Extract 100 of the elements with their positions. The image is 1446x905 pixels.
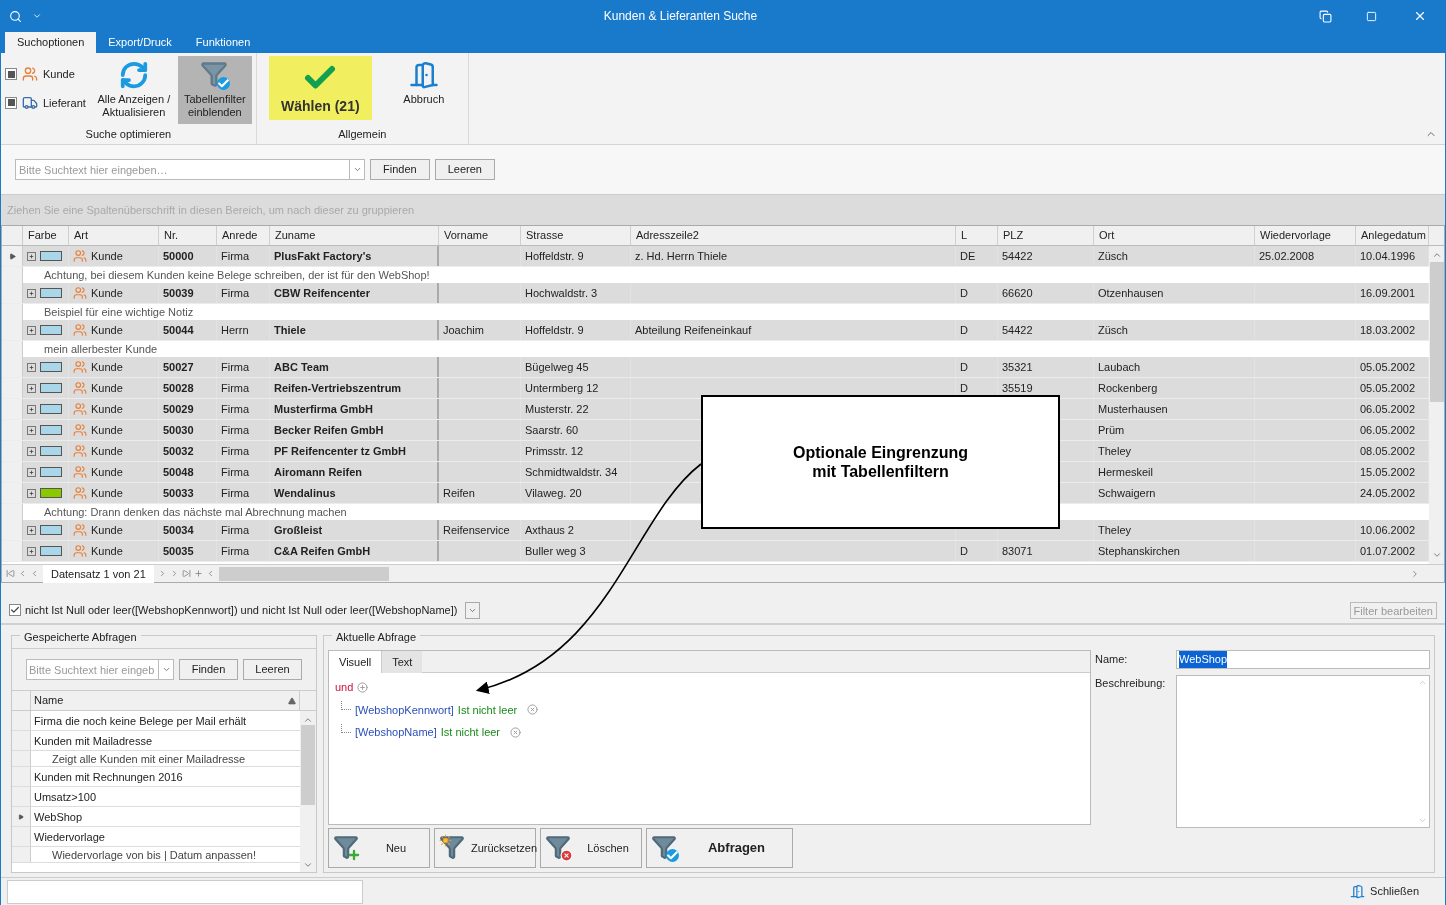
horizontal-scrollbar[interactable] [218, 566, 389, 581]
checkbox[interactable] [5, 96, 17, 109]
scrollbar-thumb[interactable] [301, 725, 315, 805]
search-field[interactable]: Bitte Suchtext hier eingeben… [15, 159, 350, 180]
people-icon [73, 249, 87, 263]
expand-icon[interactable] [27, 288, 36, 298]
query-name[interactable]: Kunden mit Rechnungen 2016 [31, 767, 186, 786]
group-operator[interactable]: und [335, 679, 354, 696]
remove-icon[interactable] [527, 704, 539, 716]
expand-icon[interactable] [27, 425, 36, 435]
condition-field[interactable]: [WebshopName] [355, 724, 437, 741]
close-button[interactable]: Schließen [1350, 883, 1419, 900]
column-header[interactable]: Wiedervorlage [1260, 227, 1331, 244]
sort-icon[interactable] [288, 696, 296, 705]
column-header[interactable]: Ort [1099, 227, 1115, 244]
editor-tab[interactable]: Visuell [329, 651, 383, 673]
ribbon-tab[interactable]: Export/Druck [96, 32, 184, 53]
table-cell-text: Stephanskirchen [1098, 543, 1180, 559]
table-cell-text: C&A Reifen GmbH [274, 543, 371, 559]
search-button[interactable]: Leeren [434, 159, 495, 180]
table-cell-text: Firma [221, 485, 250, 501]
scroll-up-icon[interactable] [1432, 250, 1442, 260]
query-name[interactable]: Umsatz>100 [31, 787, 100, 806]
query-button[interactable]: Neu [328, 828, 430, 868]
filter-expression[interactable]: nicht Ist Null oder leer([WebshopKennwort]) und nicht Ist Null oder leer([WebshopName]) [25, 601, 458, 619]
maximize-icon[interactable] [1366, 10, 1377, 22]
expand-icon[interactable] [27, 383, 36, 393]
condition-operator[interactable]: Ist nicht leer [457, 701, 518, 718]
expand-icon[interactable] [27, 446, 36, 456]
ribbon-button[interactable]: Wählen (21) [268, 56, 372, 120]
ribbon-tab[interactable]: Suchoptionen [5, 32, 97, 53]
column-header[interactable]: Art [74, 227, 89, 244]
column-header[interactable]: L [961, 227, 968, 244]
dropdown-button[interactable] [159, 659, 174, 680]
column-header[interactable]: Anrede [222, 227, 258, 244]
ribbon-tab[interactable]: Funktionen [183, 32, 263, 53]
row-header[interactable] [2, 246, 23, 266]
query-button[interactable]: Abfragen [646, 828, 793, 868]
search-button[interactable]: Finden [179, 659, 238, 680]
expand-icon[interactable] [27, 251, 36, 261]
restore-icon[interactable] [1319, 9, 1332, 23]
expand-icon[interactable] [27, 525, 36, 535]
column-header[interactable]: Farbe [28, 227, 57, 244]
column-header[interactable]: Name [34, 692, 64, 709]
scroll-up-icon[interactable] [1417, 678, 1427, 687]
expand-icon[interactable] [27, 325, 36, 335]
query-button[interactable]: Zurücksetzen [434, 828, 536, 868]
search-icon[interactable] [9, 9, 22, 23]
dropdown-icon[interactable] [32, 11, 42, 21]
ribbon-button[interactable]: Tabellenfilter einblenden [177, 56, 252, 124]
description-field[interactable] [1176, 675, 1430, 828]
tree-connector [341, 701, 351, 711]
table-cell-text: 83071 [1002, 543, 1033, 559]
query-name[interactable]: Kunden mit Mailadresse [31, 731, 155, 750]
table-cell-text: Theley [1098, 443, 1132, 459]
editor-tab[interactable]: Text [382, 651, 423, 673]
column-header[interactable]: Vorname [444, 227, 489, 244]
column-header[interactable]: Anlegedatum [1361, 227, 1426, 244]
row-header[interactable] [12, 807, 31, 826]
column-header[interactable]: Nr. [164, 227, 179, 244]
close-icon[interactable] [1413, 9, 1427, 23]
ribbon-button[interactable]: Alle Anzeigen / Aktualisieren [93, 56, 174, 124]
column-header[interactable]: PLZ [1003, 227, 1024, 244]
table-cell-text: Abteilung Reifeneinkauf [635, 322, 752, 338]
query-button[interactable]: Löschen [540, 828, 642, 868]
name-field[interactable]: WebShop [1176, 650, 1430, 669]
expand-icon[interactable] [27, 488, 36, 498]
scroll-down-icon[interactable] [1432, 550, 1442, 560]
column-header[interactable]: Strasse [526, 227, 564, 244]
expand-icon[interactable] [27, 546, 36, 556]
add-icon[interactable] [357, 681, 369, 693]
query-name[interactable]: Wiedervorlage [31, 827, 108, 846]
dropdown-button[interactable] [350, 159, 365, 180]
condition-operator[interactable]: Ist nicht leer [440, 724, 501, 741]
table-cell-text: Otzenhausen [1098, 285, 1164, 301]
search-button[interactable]: Finden [370, 159, 430, 180]
scrollbar-thumb[interactable] [1430, 262, 1444, 402]
table-cell-text: 01.07.2002 [1360, 543, 1416, 559]
remove-icon[interactable] [510, 726, 522, 738]
expand-icon[interactable] [27, 362, 36, 372]
search-field[interactable]: Bitte Suchtext hier eingeb [26, 659, 159, 680]
query-name[interactable]: WebShop [31, 807, 86, 826]
condition-field[interactable]: [WebshopKennwort] [355, 701, 454, 718]
scroll-down-icon[interactable] [303, 860, 313, 870]
scroll-down-icon[interactable] [1417, 816, 1427, 825]
query-name[interactable]: Firma die noch keine Belege per Mail erhält [31, 711, 250, 730]
checkbox[interactable] [5, 68, 17, 81]
column-header[interactable]: Zuname [275, 227, 316, 244]
table-cell-text: 66620 [1002, 285, 1033, 301]
search-button[interactable]: Leeren [243, 659, 302, 680]
dropdown-button[interactable] [465, 601, 481, 619]
scroll-up-icon[interactable] [303, 715, 313, 725]
table-cell-text: z. Hd. Herrn Thiele [635, 248, 728, 264]
scroll-right-icon[interactable] [1410, 568, 1420, 579]
expand-icon[interactable] [27, 467, 36, 477]
expand-icon[interactable] [27, 404, 36, 414]
checkbox[interactable] [9, 604, 21, 616]
column-header[interactable]: Adresszeile2 [636, 227, 699, 244]
ribbon-button[interactable]: Abbruch [383, 56, 464, 124]
table-cell-text: D [960, 359, 968, 375]
